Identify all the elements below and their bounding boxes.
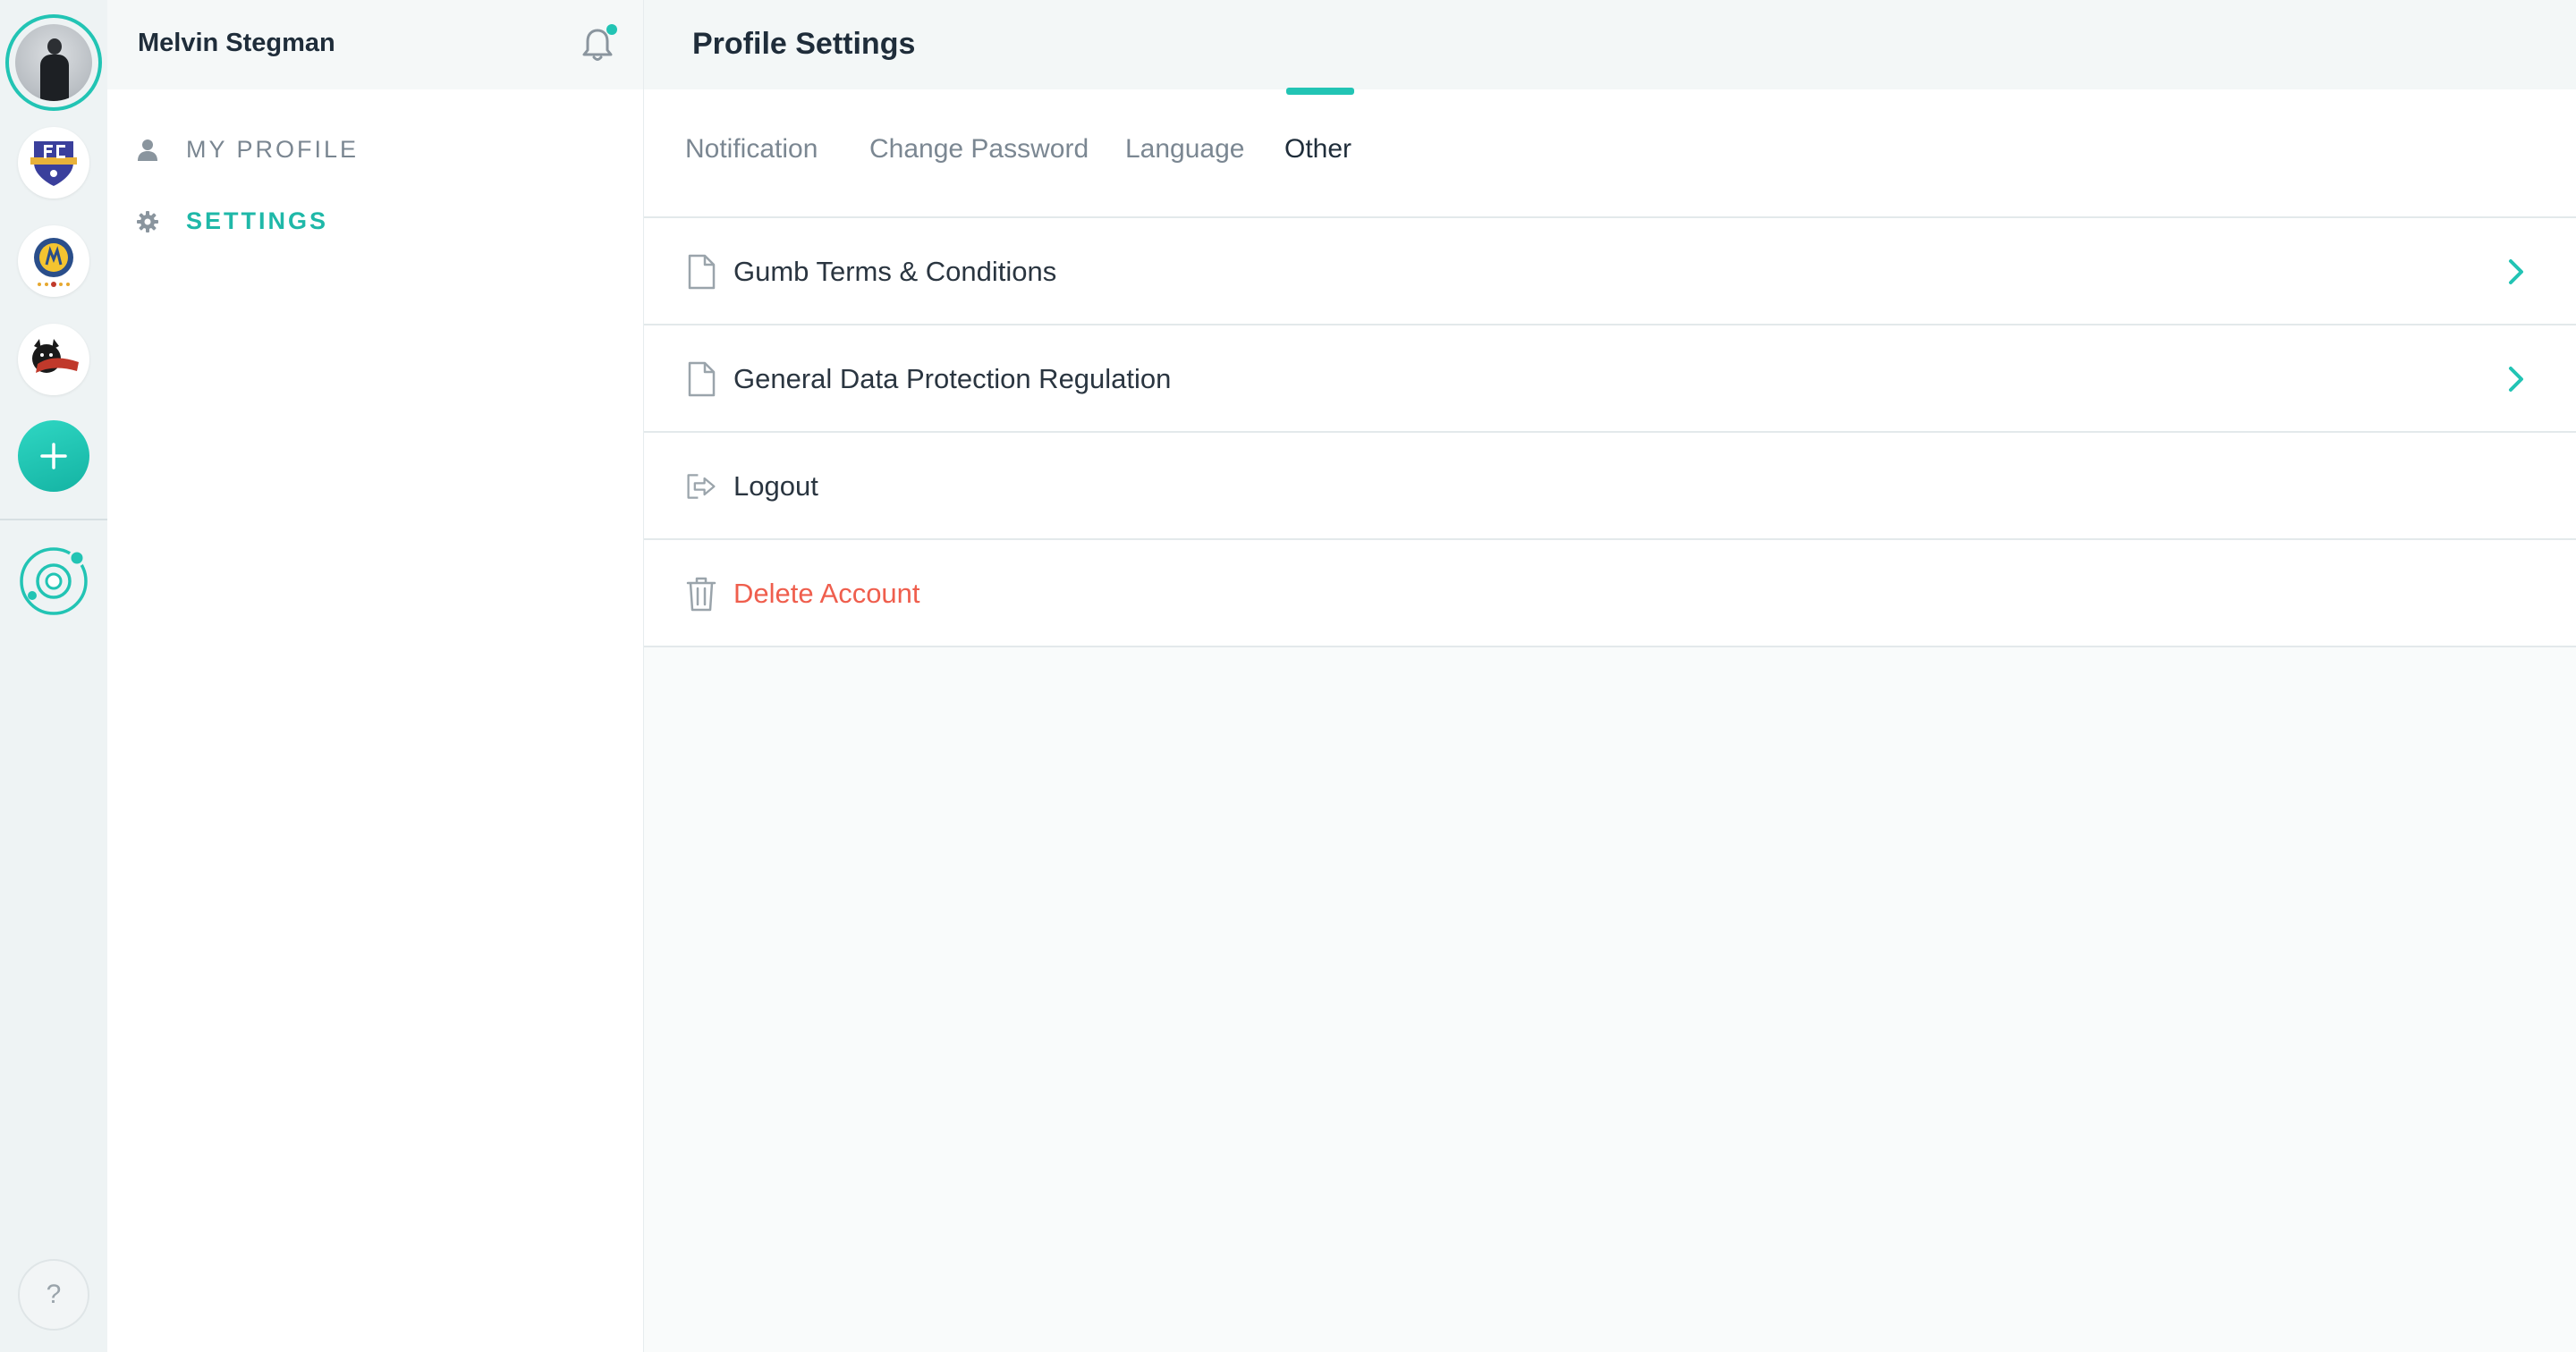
orbit-icon	[20, 547, 88, 615]
tab-other[interactable]: Other	[1284, 134, 1352, 165]
team-badge-fc[interactable]	[18, 127, 89, 199]
plus-icon	[40, 443, 67, 469]
document-icon	[688, 254, 716, 290]
tab-change-password[interactable]: Change Password	[869, 134, 1089, 165]
notifications-button[interactable]	[581, 24, 617, 63]
delete-account-label: Delete Account	[733, 578, 920, 609]
delete-account-row[interactable]: Delete Account	[644, 540, 2576, 647]
sidebar-item-label: MY PROFILE	[186, 136, 360, 163]
discover-button[interactable]	[18, 545, 89, 617]
gdpr-row[interactable]: General Data Protection Regulation	[644, 325, 2576, 433]
sidebar-item-my-profile[interactable]: MY PROFILE	[134, 136, 359, 164]
terms-conditions-row[interactable]: Gumb Terms & Conditions	[644, 218, 2576, 325]
devils-crest-icon	[32, 339, 79, 373]
trash-icon	[686, 577, 716, 612]
row-label: General Data Protection Regulation	[733, 363, 1172, 394]
sidebar-header: Melvin Stegman	[107, 0, 643, 89]
help-button[interactable]: ?	[18, 1259, 89, 1331]
notification-dot	[606, 24, 617, 35]
team-badge-devils[interactable]	[18, 324, 89, 395]
team-badge-yellow[interactable]	[18, 225, 89, 297]
rail-divider	[0, 519, 107, 520]
yellow-crest-icon	[34, 238, 73, 287]
main-content: Profile Settings Notification Change Pas…	[644, 0, 2576, 1352]
user-avatar[interactable]	[5, 14, 102, 111]
app-rail: ?	[0, 0, 107, 1352]
row-label: Gumb Terms & Conditions	[733, 256, 1057, 287]
chevron-right-icon	[2509, 259, 2523, 284]
sidebar-item-settings[interactable]: SETTINGS	[134, 207, 328, 235]
active-tab-indicator	[1286, 88, 1354, 95]
tab-language[interactable]: Language	[1125, 134, 1244, 165]
tab-notification[interactable]: Notification	[685, 134, 818, 165]
document-icon	[688, 361, 716, 397]
chevron-right-icon	[2509, 367, 2523, 392]
person-icon	[134, 137, 161, 164]
logout-row[interactable]: Logout	[644, 433, 2576, 540]
fc-crest-icon	[30, 141, 77, 186]
gear-icon	[134, 208, 161, 235]
sidebar-item-label: SETTINGS	[186, 207, 329, 234]
page-title: Profile Settings	[692, 27, 916, 61]
add-team-button[interactable]	[18, 420, 89, 492]
user-avatar-photo	[15, 24, 92, 101]
row-label: Logout	[733, 470, 818, 502]
logout-icon	[687, 474, 716, 499]
user-name: Melvin Stegman	[138, 29, 335, 57]
settings-tabs: Notification Change Password Language Ot…	[644, 88, 2576, 218]
sidebar: Melvin Stegman MY PROFILE SETTINGS	[107, 0, 644, 1352]
main-header: Profile Settings	[644, 0, 2576, 89]
